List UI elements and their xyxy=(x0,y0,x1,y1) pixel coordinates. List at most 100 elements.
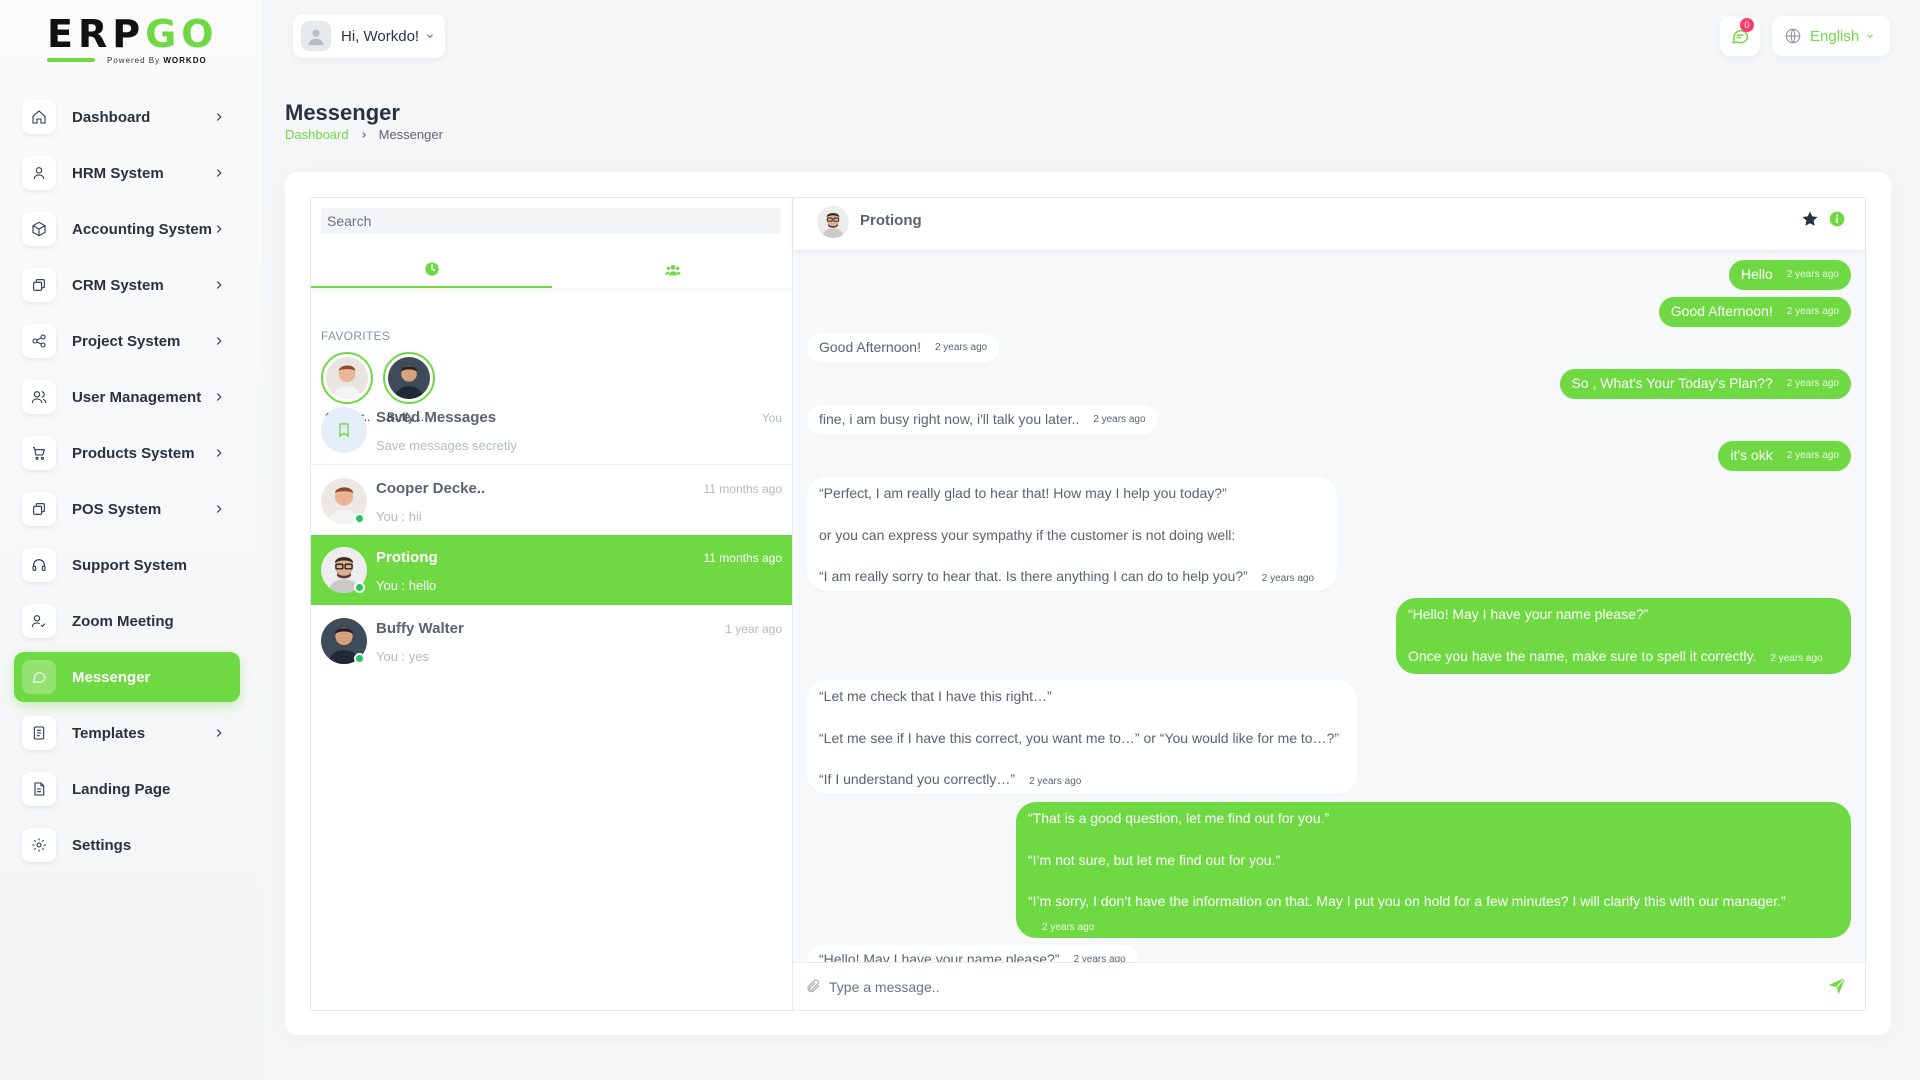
sidebar-nav: Dashboard HRM System Accounting System C… xyxy=(14,92,240,876)
avatar xyxy=(301,21,331,51)
sidebar-item-products-system[interactable]: Products System xyxy=(14,428,240,478)
sidebar-item-templates[interactable]: Templates xyxy=(14,708,240,758)
message-text: it's okk xyxy=(1730,447,1773,464)
message-text: or you can express your sympathy if the … xyxy=(819,526,1236,543)
sidebar-item-label: Messenger xyxy=(72,668,151,686)
chevron-down-icon xyxy=(1867,34,1874,38)
contact-name: Cooper Decke.. xyxy=(376,480,486,497)
notification-badge: 0 xyxy=(1740,18,1754,32)
message-line: “If I understand you correctly…” 2 years … xyxy=(819,771,1345,789)
message-time: 2 years ago xyxy=(1786,268,1839,280)
send-icon[interactable] xyxy=(1827,976,1847,996)
sidebar-item-hrm-system[interactable]: HRM System xyxy=(14,148,240,198)
sidebar: ERPGO Powered By WORKDO Dashboard HRM Sy… xyxy=(0,0,262,1080)
info-icon[interactable] xyxy=(1829,211,1845,227)
contact-preview: You : hii xyxy=(376,509,422,524)
home-icon xyxy=(22,100,56,134)
contact-time: 11 months ago xyxy=(703,482,783,496)
tab-recent[interactable] xyxy=(311,252,552,288)
star-icon[interactable] xyxy=(1801,210,1819,228)
message-text: “If I understand you correctly…” xyxy=(819,771,1016,787)
message-outgoing: it's okk 2 years ago xyxy=(1718,441,1851,471)
contact-name: Saved Messages xyxy=(376,409,497,426)
contact-preview: You : yes xyxy=(376,649,430,664)
avatar[interactable] xyxy=(817,206,849,238)
chevron-right-icon xyxy=(212,390,226,404)
contact-preview: You : hello xyxy=(376,578,437,593)
message-time: 2 years ago xyxy=(1093,413,1146,425)
chevron-right-icon xyxy=(212,278,226,292)
message-time: 2 years ago xyxy=(1029,776,1082,787)
language-dropdown[interactable]: English xyxy=(1772,16,1890,56)
online-indicator xyxy=(354,513,365,524)
sidebar-item-settings[interactable]: Settings xyxy=(14,820,240,870)
message-text: fine, i am busy right now, i'll talk you… xyxy=(819,411,1080,428)
search-input[interactable] xyxy=(321,208,781,234)
message-time: 2 years ago xyxy=(1786,449,1839,461)
chevron-down-icon xyxy=(427,34,433,38)
sidebar-item-messenger[interactable]: Messenger xyxy=(14,652,240,702)
contact-time: 1 year ago xyxy=(725,622,782,636)
message-text: “Perfect, I am really glad to hear that!… xyxy=(819,485,1227,501)
globe-icon xyxy=(1785,28,1801,44)
sidebar-item-accounting-system[interactable]: Accounting System xyxy=(14,204,240,254)
online-indicator xyxy=(354,582,365,593)
saved-messages-item[interactable]: Saved Messages You Save messages secretl… xyxy=(311,395,792,465)
brand-logo[interactable]: ERPGO Powered By WORKDO xyxy=(47,14,217,68)
layers-icon xyxy=(22,268,56,302)
notification-button[interactable]: 0 xyxy=(1720,16,1760,56)
avatar xyxy=(326,357,368,399)
message-text: “Let me check that I have this right…” xyxy=(819,688,1052,704)
breadcrumb-dashboard-link[interactable]: Dashboard xyxy=(285,127,349,142)
contact-time: 11 months ago xyxy=(703,551,783,565)
contact-item-protiong[interactable]: Protiong 11 months ago You : hello xyxy=(311,535,792,605)
online-indicator xyxy=(354,653,365,664)
sidebar-item-dashboard[interactable]: Dashboard xyxy=(14,92,240,142)
chevron-right-icon xyxy=(212,110,226,124)
message-text: “I’m not sure, but let me find out for y… xyxy=(1028,851,1281,868)
user-menu-button[interactable]: Hi, Workdo! xyxy=(293,14,445,58)
paperclip-icon[interactable] xyxy=(805,978,821,994)
sidebar-item-label: Products System xyxy=(72,444,195,462)
bookmark-icon xyxy=(321,407,367,453)
message-input[interactable] xyxy=(829,975,1789,999)
sidebar-item-pos-system[interactable]: POS System xyxy=(14,484,240,534)
contact-name: Protiong xyxy=(376,549,438,566)
message-text: “Hello! May I have your name please?” xyxy=(819,951,1060,962)
chat-header: Protiong xyxy=(793,198,1865,250)
message-text: “Let me see if I have this correct, you … xyxy=(819,729,1340,746)
sidebar-item-zoom-meeting[interactable]: Zoom Meeting xyxy=(14,596,240,646)
message-list: Hello 2 years ago Good Afternoon! 2 year… xyxy=(793,250,1865,962)
user-icon xyxy=(22,156,56,190)
message-time: 2 years ago xyxy=(934,341,988,353)
contact-item-buffy[interactable]: Buffy Walter 1 year ago You : yes xyxy=(311,606,792,676)
sidebar-item-label: Templates xyxy=(72,724,146,742)
sidebar-item-landing-page[interactable]: Landing Page xyxy=(14,764,240,814)
contacts-tabs xyxy=(311,252,793,288)
box-icon xyxy=(22,212,56,246)
sidebar-item-label: Settings xyxy=(72,836,132,854)
sidebar-item-user-management[interactable]: User Management xyxy=(14,372,240,422)
message-time: 2 years ago xyxy=(1042,921,1095,933)
message-time: 2 years ago xyxy=(1073,953,1126,962)
users-icon xyxy=(22,380,56,414)
sidebar-item-support-system[interactable]: Support System xyxy=(14,540,240,590)
favorites-label: FAVORITES xyxy=(321,329,391,343)
contact-item-cooper[interactable]: Cooper Decke.. 11 months ago You : hii xyxy=(311,466,792,536)
users-icon xyxy=(664,265,681,276)
sidebar-item-crm-system[interactable]: CRM System xyxy=(14,260,240,310)
breadcrumb-current: Messenger xyxy=(378,127,443,142)
message-outgoing: Hello 2 years ago xyxy=(1728,260,1851,290)
chat-panel: Protiong Hello 2 years ago Good Afternoo… xyxy=(792,197,1866,1011)
sidebar-item-label: Zoom Meeting xyxy=(72,612,174,630)
message-outgoing: “Hello! May I have your name please?” On… xyxy=(1396,598,1851,674)
message-incoming: fine, i am busy right now, i'll talk you… xyxy=(807,405,1158,435)
sidebar-item-project-system[interactable]: Project System xyxy=(14,316,240,366)
message-line: “I am really sorry to hear that. Is ther… xyxy=(819,568,1325,586)
sidebar-item-label: Accounting System xyxy=(72,220,213,238)
logo-powered-by: Powered By WORKDO xyxy=(107,56,207,65)
headphones-icon xyxy=(22,548,56,582)
contacts-panel: FAVORITES Cooper.. Buffy .. xyxy=(310,197,792,1011)
tab-contacts[interactable] xyxy=(552,252,793,288)
message-text: “Hello! May I have your name please?” xyxy=(1408,606,1649,622)
